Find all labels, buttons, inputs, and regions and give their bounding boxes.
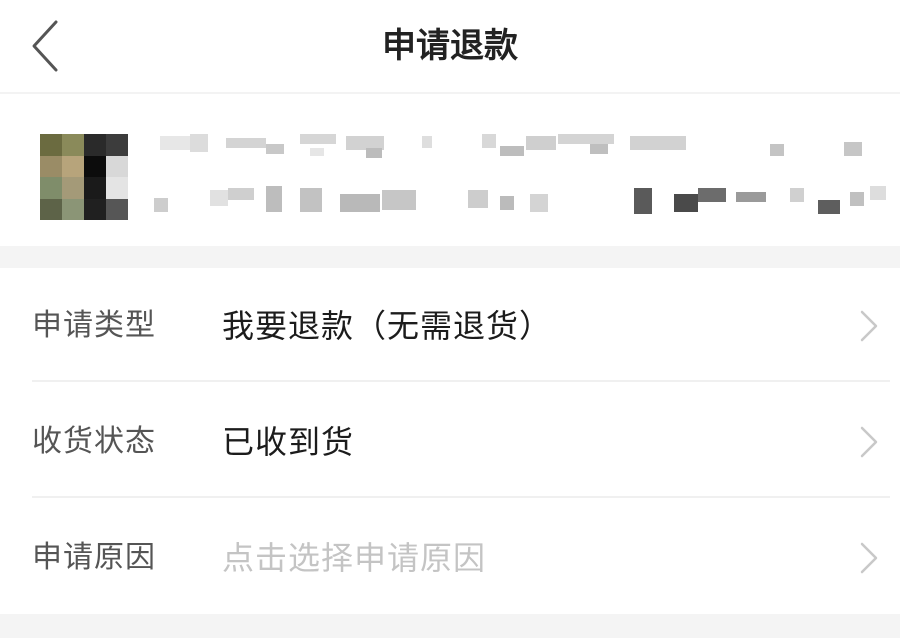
chevron-right-icon	[860, 310, 878, 342]
receipt-status-value: 已收到货	[222, 423, 355, 461]
application-type-value: 我要退款（无需退货）	[222, 307, 553, 345]
row-divider	[32, 380, 890, 382]
row-application-reason[interactable]: 申请原因 点击选择申请原因	[0, 500, 900, 614]
row-label: 申请类型	[32, 308, 156, 343]
refund-form: 申请类型 我要退款（无需退货） 收货状态 已收到货 申请原因 点击选择申请原因	[0, 268, 900, 614]
row-divider	[32, 496, 890, 498]
row-application-type[interactable]: 申请类型 我要退款（无需退货）	[0, 268, 900, 382]
chevron-right-icon	[860, 542, 878, 574]
row-label: 申请原因	[32, 540, 156, 575]
application-reason-placeholder: 点击选择申请原因	[222, 539, 487, 577]
nav-header: 申请退款	[0, 0, 900, 92]
product-card[interactable]	[0, 94, 900, 246]
refund-page: 申请退款 申请类型 我要退款（无需退货） 收货状态 已收到货 申请原因 点击选择…	[0, 0, 900, 638]
row-label: 收货状态	[32, 424, 156, 459]
page-title: 申请退款	[382, 26, 518, 66]
bottom-separator	[0, 614, 900, 638]
section-separator	[0, 246, 900, 268]
row-receipt-status[interactable]: 收货状态 已收到货	[0, 384, 900, 498]
chevron-right-icon	[860, 426, 878, 458]
product-info-pixelated	[154, 134, 886, 214]
product-thumbnail	[40, 134, 128, 220]
